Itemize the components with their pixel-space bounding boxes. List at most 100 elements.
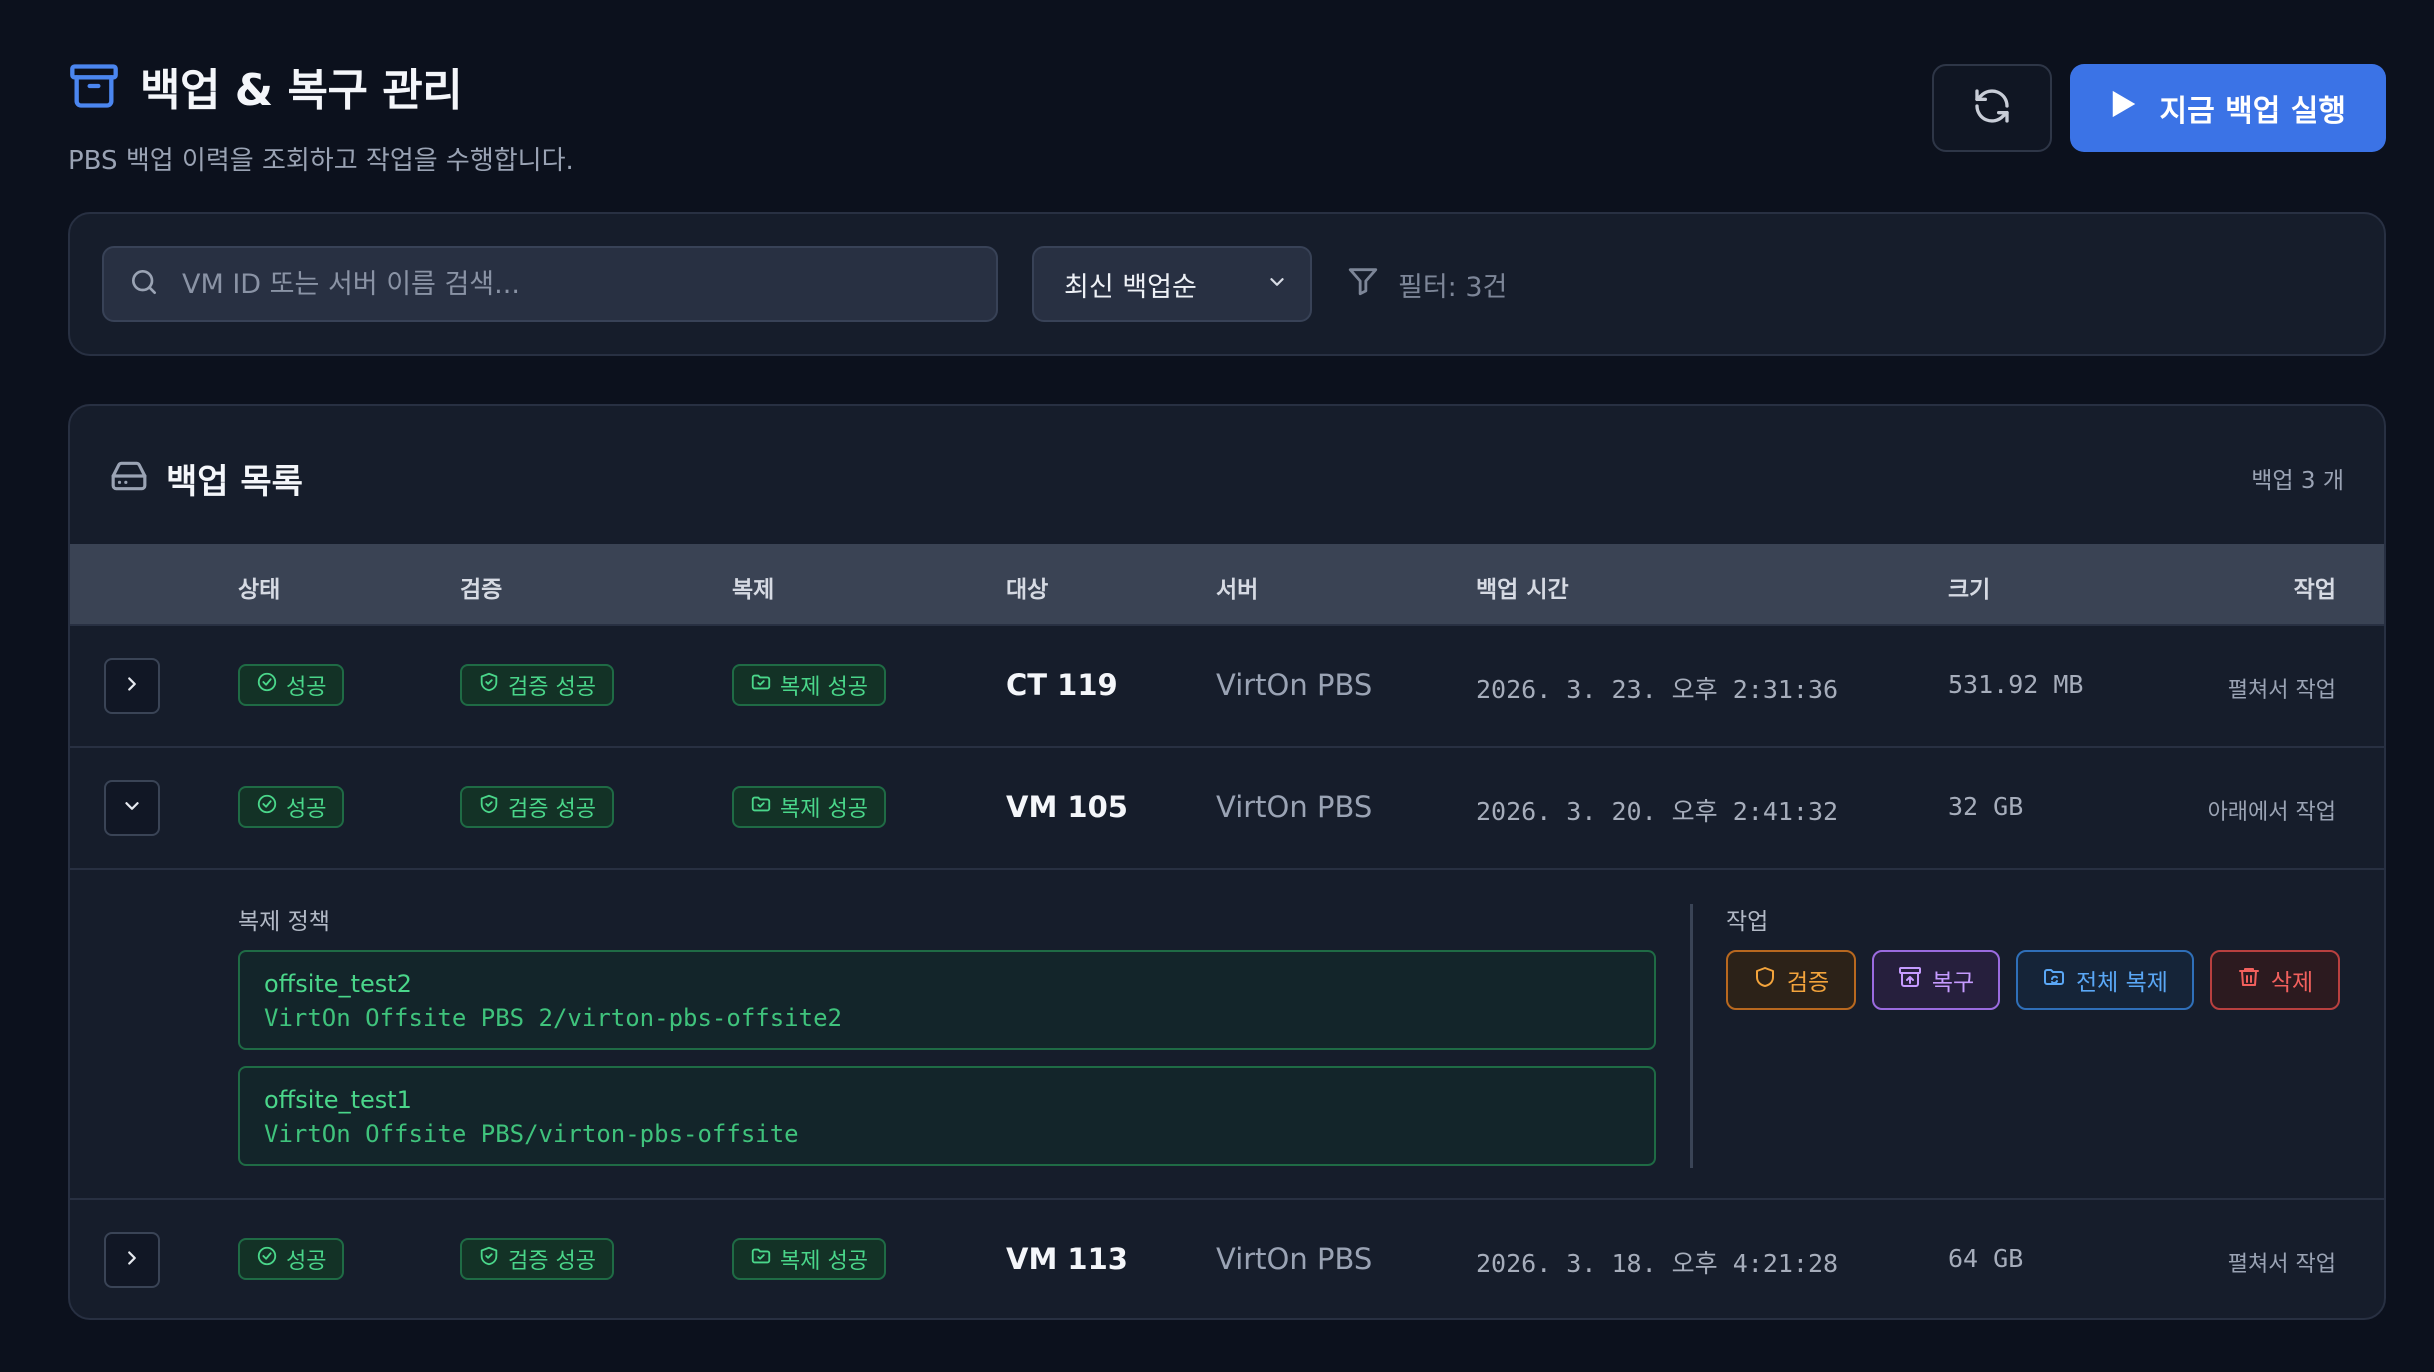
restore-button-label: 복구 <box>1931 970 1975 996</box>
col-action: 작업 <box>2293 577 2336 603</box>
search-icon <box>128 266 160 302</box>
check-circle-icon <box>256 671 278 699</box>
verify-label: 검증 성공 <box>508 675 596 700</box>
replicate-label: 복제 성공 <box>780 675 868 700</box>
status-label: 성공 <box>286 675 327 700</box>
verify-badge: 검증 성공 <box>460 664 614 706</box>
hard-drive-icon <box>110 457 148 499</box>
chevron-down-icon <box>1266 269 1288 300</box>
folder-sync-icon <box>750 1245 772 1273</box>
detail-divider <box>1690 904 1693 1168</box>
run-backup-button[interactable]: 지금 백업 실행 <box>2069 64 2386 152</box>
replicate-badge: 복제 성공 <box>732 1238 886 1280</box>
backup-list-title: 백업 목록 <box>166 461 303 502</box>
policy-label: 복제 정책 <box>238 909 330 935</box>
ops-label: 작업 <box>1726 909 1769 935</box>
row-detail-panel: 복제 정책 offsite_test2 VirtOn Offsite PBS 2… <box>70 868 2384 1198</box>
time-cell: 2026. 3. 23. 오후 2:31:36 <box>1476 675 1839 704</box>
target-cell: VM 113 <box>1006 1242 1128 1276</box>
server-cell: VirtOn PBS <box>1216 668 1373 702</box>
verify-button-label: 검증 <box>1786 970 1830 996</box>
policy-name: offsite_test1 <box>264 1086 412 1114</box>
shield-check-icon <box>478 671 500 699</box>
replicate-all-label: 전체 복제 <box>2076 970 2168 996</box>
action-hint: 아래에서 작업 <box>2207 800 2336 825</box>
policy-name: offsite_test2 <box>264 970 412 998</box>
time-cell: 2026. 3. 18. 오후 4:21:28 <box>1476 1249 1839 1278</box>
shield-icon <box>1753 965 1777 995</box>
col-replicate: 복제 <box>732 577 775 603</box>
funnel-icon <box>1346 264 1380 305</box>
table-row: 성공 검증 성공 복제 성공 VM 113 VirtOn PBS 2026. 3… <box>70 1198 2384 1318</box>
delete-button-label: 삭제 <box>2270 970 2314 996</box>
replicate-label: 복제 성공 <box>780 1249 868 1274</box>
filter-info: 필터: 3건 <box>1346 246 1507 322</box>
chevron-down-icon <box>121 795 143 821</box>
col-verify: 검증 <box>460 577 503 603</box>
page-title: 백업 & 복구 관리 <box>140 65 463 116</box>
archive-restore-icon <box>1898 965 1922 995</box>
size-cell: 32 GB <box>1948 792 2024 821</box>
refresh-icon <box>1972 86 2012 130</box>
run-backup-label: 지금 백업 실행 <box>2159 94 2347 129</box>
target-cell: CT 119 <box>1006 668 1118 702</box>
verify-label: 검증 성공 <box>508 797 596 822</box>
action-hint: 펼쳐서 작업 <box>2227 1252 2336 1277</box>
server-cell: VirtOn PBS <box>1216 1242 1373 1276</box>
size-cell: 64 GB <box>1948 1244 2024 1273</box>
replicate-badge: 복제 성공 <box>732 664 886 706</box>
search-input[interactable] <box>182 268 962 300</box>
sort-select[interactable]: 최신 백업순 <box>1032 246 1312 322</box>
verify-label: 검증 성공 <box>508 1249 596 1274</box>
backup-list-card: 백업 목록 백업 3 개 상태 검증 복제 대상 서버 백업 시간 크기 작업 … <box>68 404 2386 1320</box>
server-cell: VirtOn PBS <box>1216 790 1373 824</box>
status-badge: 성공 <box>238 786 345 828</box>
search-box[interactable] <box>102 246 998 322</box>
backup-count: 백업 3 개 <box>2251 468 2344 494</box>
target-cell: VM 105 <box>1006 790 1128 824</box>
expand-row-button[interactable] <box>104 658 160 714</box>
verify-badge: 검증 성공 <box>460 1238 614 1280</box>
filter-bar: 최신 백업순 필터: 3건 <box>68 212 2386 356</box>
folder-sync-icon <box>750 793 772 821</box>
verify-button[interactable]: 검증 <box>1726 950 1856 1010</box>
folder-sync-icon <box>750 671 772 699</box>
policy-path: VirtOn Offsite PBS/virton-pbs-offsite <box>264 1120 799 1148</box>
size-cell: 531.92 MB <box>1948 670 2084 699</box>
table-row: 성공 검증 성공 복제 성공 VM 105 VirtOn PBS 2026. 3… <box>70 746 2384 868</box>
col-server: 서버 <box>1216 577 1259 603</box>
folder-sync-icon <box>2042 965 2066 995</box>
action-hint: 펼쳐서 작업 <box>2227 678 2336 703</box>
shield-check-icon <box>478 793 500 821</box>
delete-button[interactable]: 삭제 <box>2210 950 2340 1010</box>
play-icon <box>2110 89 2138 127</box>
status-badge: 성공 <box>238 1238 345 1280</box>
col-status: 상태 <box>238 577 281 603</box>
replicate-all-button[interactable]: 전체 복제 <box>2016 950 2194 1010</box>
time-cell: 2026. 3. 20. 오후 2:41:32 <box>1476 797 1839 826</box>
check-circle-icon <box>256 793 278 821</box>
status-label: 성공 <box>286 1249 327 1274</box>
filter-count: 필터: 3건 <box>1398 271 1508 303</box>
status-badge: 성공 <box>238 664 345 706</box>
policy-path: VirtOn Offsite PBS 2/virton-pbs-offsite2 <box>264 1004 842 1032</box>
col-target: 대상 <box>1006 577 1049 603</box>
archive-box-icon <box>68 60 120 112</box>
sort-select-value: 최신 백업순 <box>1064 271 1197 303</box>
policy-item: offsite_test1 VirtOn Offsite PBS/virton-… <box>238 1066 1656 1166</box>
col-time: 백업 시간 <box>1476 577 1569 603</box>
replicate-label: 복제 성공 <box>780 797 868 822</box>
verify-badge: 검증 성공 <box>460 786 614 828</box>
col-size: 크기 <box>1948 577 1991 603</box>
refresh-button[interactable] <box>1931 64 2052 152</box>
replicate-badge: 복제 성공 <box>732 786 886 828</box>
restore-button[interactable]: 복구 <box>1872 950 2000 1010</box>
chevron-right-icon <box>121 1247 143 1273</box>
trash-icon <box>2237 965 2261 995</box>
chevron-right-icon <box>121 673 143 699</box>
table-row: 성공 검증 성공 복제 성공 CT 119 VirtOn PBS 2026. 3… <box>70 624 2384 746</box>
collapse-row-button[interactable] <box>104 780 160 836</box>
page-header: 백업 & 복구 관리 PBS 백업 이력을 조회하고 작업을 수행합니다. 지금… <box>68 54 2386 176</box>
policy-item: offsite_test2 VirtOn Offsite PBS 2/virto… <box>238 950 1656 1050</box>
expand-row-button[interactable] <box>104 1232 160 1288</box>
